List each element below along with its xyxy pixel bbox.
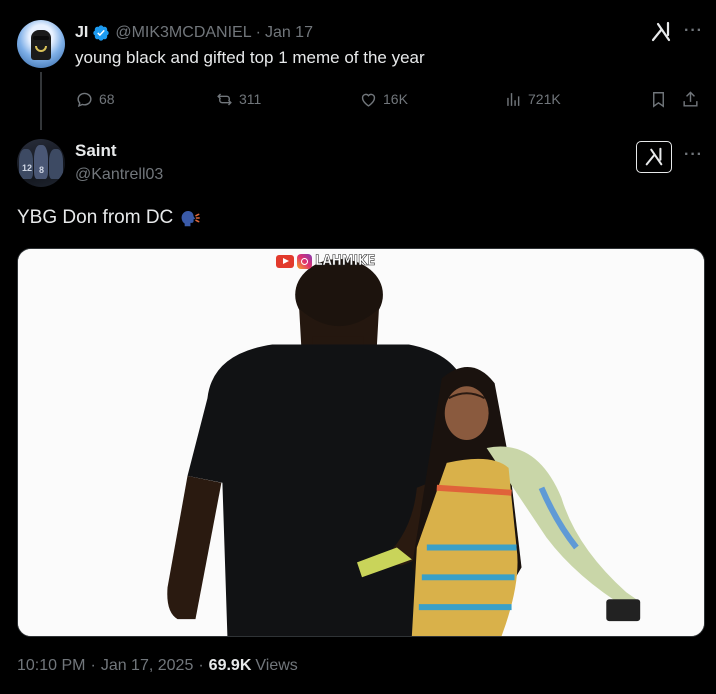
post-text: YBG Don from DC xyxy=(17,207,201,229)
like-icon xyxy=(361,93,376,107)
post-time[interactable]: 10:10 PM xyxy=(17,657,85,675)
views-icon xyxy=(507,92,520,106)
watermark: LAHMIKE xyxy=(276,253,386,269)
parent-tweet[interactable]: JI @MIK3MCDANIEL · Jan 17 young black an… xyxy=(0,0,716,130)
grok-button[interactable] xyxy=(636,141,672,173)
action-bar: 68 311 16K 721K xyxy=(75,88,705,110)
display-name[interactable]: Saint xyxy=(75,141,117,161)
reply-count: 68 xyxy=(99,91,115,107)
repost-count: 311 xyxy=(239,91,262,107)
more-options-button[interactable]: ··· xyxy=(684,22,703,40)
handle[interactable]: @Kantrell03 xyxy=(75,166,163,184)
like-count: 16K xyxy=(383,91,408,107)
display-name[interactable]: JI xyxy=(75,24,88,42)
verified-icon xyxy=(93,25,110,41)
views-count: 721K xyxy=(528,91,561,107)
thread-connector xyxy=(40,72,42,130)
tweet-header: JI @MIK3MCDANIEL · Jan 17 xyxy=(75,22,313,44)
avatar[interactable]: 12 8 xyxy=(17,139,65,187)
post-text-content: YBG Don from DC xyxy=(17,207,174,228)
repost-icon xyxy=(217,92,232,106)
separator: · xyxy=(255,24,261,41)
views-button[interactable]: 721K xyxy=(504,88,561,110)
bookmark-button[interactable] xyxy=(649,88,668,110)
post-date[interactable]: Jan 17 xyxy=(265,24,313,42)
grok-icon xyxy=(645,147,663,166)
grok-icon[interactable] xyxy=(649,20,673,44)
handle[interactable]: @MIK3MCDANIEL xyxy=(115,24,251,42)
more-options-button[interactable]: ··· xyxy=(684,146,703,164)
watermark-text: LAHMIKE xyxy=(315,253,376,270)
views-label: Views xyxy=(255,657,298,674)
video-frame xyxy=(18,249,704,636)
bookmark-icon xyxy=(653,91,664,108)
share-icon xyxy=(683,90,698,107)
avatar[interactable] xyxy=(17,20,65,68)
views-count[interactable]: 69.9K xyxy=(209,657,252,675)
tweet-text: young black and gifted top 1 meme of the… xyxy=(75,48,425,67)
separator: · xyxy=(198,657,204,674)
post-date[interactable]: Jan 17, 2025 xyxy=(101,657,194,675)
instagram-icon xyxy=(297,253,312,269)
repost-button[interactable]: 311 xyxy=(215,88,261,110)
reply-button[interactable]: 68 xyxy=(75,88,115,110)
reply-icon xyxy=(77,92,92,107)
post-meta: 10:10 PM · Jan 17, 2025 · 69.9K Views xyxy=(17,657,298,675)
youtube-icon xyxy=(276,254,294,268)
like-button[interactable]: 16K xyxy=(359,88,408,110)
media-video[interactable]: LAHMIKE xyxy=(17,248,705,637)
speaking-head-icon xyxy=(181,210,201,227)
share-button[interactable] xyxy=(681,88,700,110)
separator: · xyxy=(90,657,96,674)
